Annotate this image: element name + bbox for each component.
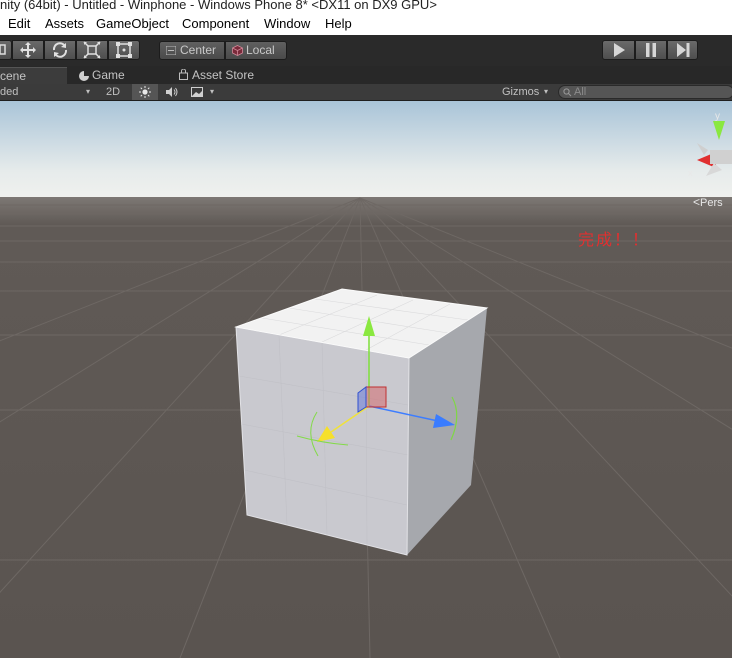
rect-tool-icon bbox=[116, 42, 132, 58]
orientation-y-label: y bbox=[715, 111, 720, 122]
effects-dropdown[interactable]: ▾ bbox=[186, 84, 220, 100]
menu-assets[interactable]: Assets bbox=[45, 16, 84, 31]
tab-scene[interactable]: cene bbox=[0, 67, 67, 84]
menu-gameobject[interactable]: GameObject bbox=[96, 16, 169, 31]
speaker-icon bbox=[166, 87, 178, 97]
orientation-cube[interactable] bbox=[710, 150, 732, 164]
tab-game-label: Game bbox=[92, 68, 125, 82]
tab-asset-store-label: Asset Store bbox=[192, 68, 255, 82]
play-button[interactable] bbox=[602, 40, 635, 60]
view-tab-strip: cene Game Asset Store bbox=[0, 66, 732, 84]
toggle-2d-button[interactable]: 2D bbox=[96, 84, 130, 100]
menu-bar: Edit Assets GameObject Component Window … bbox=[0, 14, 732, 35]
pivot-center-icon bbox=[166, 46, 176, 55]
toggle-2d-label: 2D bbox=[105, 86, 121, 98]
pause-icon bbox=[646, 43, 656, 57]
tab-asset-store[interactable]: Asset Store bbox=[175, 67, 275, 84]
step-icon bbox=[676, 43, 689, 57]
audio-toggle[interactable] bbox=[160, 84, 184, 100]
game-icon bbox=[79, 71, 89, 81]
move-icon bbox=[20, 42, 36, 58]
scene-canvas[interactable]: y x bbox=[0, 101, 732, 658]
rect-tool-button[interactable] bbox=[108, 40, 140, 60]
pivot-center-toggle[interactable]: Center bbox=[159, 41, 225, 60]
local-cube-icon bbox=[232, 45, 243, 56]
tab-game[interactable]: Game bbox=[70, 67, 170, 84]
search-placeholder: All bbox=[574, 86, 587, 98]
skybox bbox=[0, 101, 732, 198]
tab-scene-label: cene bbox=[0, 69, 27, 83]
step-button[interactable] bbox=[667, 40, 698, 60]
gizmo-xy-plane-handle[interactable] bbox=[365, 386, 387, 408]
dropdown-arrow-icon: ▾ bbox=[210, 87, 215, 96]
gizmos-dropdown[interactable]: Gizmos ▾ bbox=[498, 84, 552, 100]
play-icon bbox=[613, 43, 625, 57]
main-toolbar: Center Local bbox=[0, 35, 732, 66]
chevron-left-icon: < bbox=[693, 195, 701, 209]
image-effects-icon bbox=[191, 87, 203, 97]
projection-toggle[interactable]: <Pers bbox=[693, 195, 723, 209]
menu-window[interactable]: Window bbox=[264, 16, 310, 31]
rotate-tool-button[interactable] bbox=[44, 40, 76, 60]
gizmos-label: Gizmos bbox=[502, 86, 540, 98]
projection-label: Pers bbox=[700, 197, 723, 209]
orientation-x-label: x bbox=[688, 168, 693, 178]
lighting-toggle[interactable] bbox=[132, 84, 158, 100]
view-hand-icon bbox=[0, 44, 6, 55]
dropdown-arrow-icon: ▾ bbox=[544, 87, 549, 96]
scene-toolbar: ded ▾ 2D ▾ Gizmos ▾ All bbox=[0, 84, 732, 101]
asset-store-icon bbox=[179, 69, 188, 80]
search-icon bbox=[563, 88, 572, 97]
pivot-local-toggle[interactable]: Local bbox=[225, 41, 287, 60]
view-hand-button[interactable] bbox=[0, 40, 12, 60]
window-title-bar: nity (64bit) - Untitled - Winphone - Win… bbox=[0, 0, 732, 14]
pause-button[interactable] bbox=[635, 40, 667, 60]
pivot-local-label: Local bbox=[246, 43, 275, 57]
scale-tool-button[interactable] bbox=[76, 40, 108, 60]
dropdown-arrow-icon: ▾ bbox=[86, 87, 91, 96]
window-title: nity (64bit) - Untitled - Winphone - Win… bbox=[0, 0, 437, 12]
hierarchy-search-input[interactable]: All bbox=[558, 85, 732, 99]
menu-component[interactable]: Component bbox=[182, 16, 249, 31]
overlay-done-text: 完成！！ bbox=[578, 230, 651, 249]
move-tool-button[interactable] bbox=[12, 40, 44, 60]
menu-help[interactable]: Help bbox=[325, 16, 352, 31]
menu-edit[interactable]: Edit bbox=[8, 16, 30, 31]
sun-icon bbox=[139, 86, 151, 98]
pivot-center-label: Center bbox=[180, 43, 217, 57]
scale-icon bbox=[83, 41, 101, 59]
rotate-icon bbox=[52, 42, 68, 58]
shading-mode-label: ded bbox=[0, 86, 19, 98]
shading-mode-dropdown[interactable]: ded ▾ bbox=[0, 84, 94, 100]
scene-viewport[interactable]: y x 完成！！ <Pers bbox=[0, 101, 732, 658]
